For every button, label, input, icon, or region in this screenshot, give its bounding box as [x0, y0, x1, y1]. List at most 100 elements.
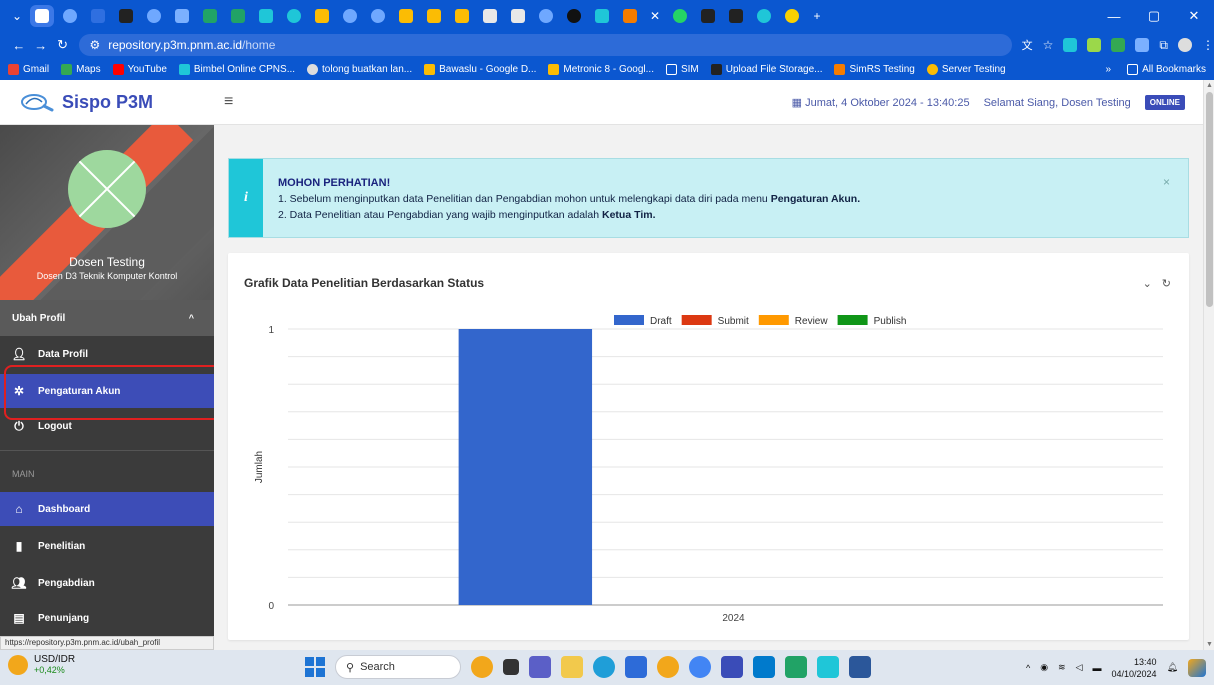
bookmark-bimbel[interactable]: Bimbel Online CPNS...: [178, 63, 295, 75]
bookmark-server[interactable]: Server Testing: [926, 63, 1006, 75]
extensions-puzzle-icon[interactable]: ⧉: [1159, 38, 1168, 53]
bookmark-gmail[interactable]: Gmail: [8, 63, 49, 75]
tab-search-icon[interactable]: ⌄: [6, 5, 28, 27]
back-icon[interactable]: ←: [8, 38, 30, 53]
browser-tab[interactable]: [338, 5, 362, 27]
browser-tab[interactable]: [724, 5, 748, 27]
sidebar-item-logout[interactable]: ⏻ Logout: [0, 409, 214, 443]
bookmark-upload[interactable]: Upload File Storage...: [710, 63, 822, 75]
browser-tab[interactable]: [254, 5, 278, 27]
browser-tab[interactable]: [142, 5, 166, 27]
bookmark-metronic[interactable]: Metronic 8 - Googl...: [548, 63, 654, 75]
copilot-icon[interactable]: [1188, 658, 1206, 677]
teams-icon[interactable]: [529, 656, 551, 678]
task-view-icon[interactable]: [503, 659, 519, 675]
browser-tab[interactable]: [534, 5, 558, 27]
browser-tab[interactable]: [422, 5, 446, 27]
menu-kebab-icon[interactable]: ⋮: [1202, 38, 1214, 52]
browser-tab[interactable]: [226, 5, 250, 27]
new-tab-icon[interactable]: +: [806, 5, 828, 27]
excel-icon[interactable]: [785, 656, 807, 678]
vscode-icon[interactable]: [753, 656, 775, 678]
sidebar-item-dashboard[interactable]: ⌂ Dashboard: [0, 492, 214, 526]
bookmarks-overflow-button[interactable]: »: [1106, 64, 1112, 75]
wifi-icon[interactable]: ≋: [1058, 662, 1066, 673]
browser-tab[interactable]: [114, 5, 138, 27]
browser-tab[interactable]: [198, 5, 222, 27]
bookmark-bawaslu[interactable]: Bawaslu - Google D...: [424, 63, 536, 75]
scroll-up-icon[interactable]: ▲: [1206, 82, 1213, 89]
url-input[interactable]: ⚙ repository.p3m.pnm.ac.id/home: [79, 34, 1012, 56]
notification-bell-icon[interactable]: 🔔︎: [1167, 662, 1178, 673]
scroll-down-icon[interactable]: ▼: [1206, 641, 1213, 648]
extension-icon[interactable]: [1063, 38, 1078, 52]
bookmark-tolong[interactable]: tolong buatkan lan...: [307, 63, 412, 75]
notepad-icon[interactable]: [721, 656, 743, 678]
bookmark-youtube[interactable]: YouTube: [112, 63, 167, 75]
browser-tab[interactable]: [618, 5, 642, 27]
browser-tab[interactable]: [752, 5, 776, 27]
chrome-icon[interactable]: [689, 656, 711, 678]
bookmark-simrs[interactable]: SimRS Testing: [834, 63, 915, 75]
extension-icon[interactable]: [1111, 38, 1126, 52]
page-scrollbar[interactable]: ▲ ▼: [1203, 80, 1214, 650]
minimize-icon[interactable]: —: [1094, 0, 1134, 32]
profile-avatar-icon[interactable]: [1177, 38, 1192, 52]
sidebar-item-data-profil[interactable]: 👤︎ Data Profil: [0, 337, 214, 371]
sidebar-item-penunjang[interactable]: ▤ Penunjang: [0, 601, 214, 635]
sidebar-item-pengabdian[interactable]: 👥︎ Pengabdian: [0, 566, 214, 600]
word-icon[interactable]: [849, 656, 871, 678]
ubah-profil-toggle[interactable]: Ubah Profil ^: [0, 300, 214, 336]
alert-close-button[interactable]: ×: [1163, 175, 1170, 189]
store-icon[interactable]: [625, 656, 647, 678]
windows-start-icon[interactable]: [305, 657, 325, 677]
browser-tab[interactable]: [310, 5, 334, 27]
browser-tab[interactable]: [506, 5, 530, 27]
browser-tab[interactable]: [478, 5, 502, 27]
browser-tab[interactable]: [562, 5, 586, 27]
extension-icon[interactable]: [1135, 38, 1150, 52]
browser-tab[interactable]: [696, 5, 720, 27]
forward-icon[interactable]: →: [30, 38, 52, 53]
volume-icon[interactable]: ◁: [1076, 662, 1083, 673]
widgets-icon[interactable]: [471, 656, 493, 678]
navicat-icon[interactable]: [817, 656, 839, 678]
network-icon[interactable]: ◉: [1040, 662, 1048, 673]
browser-tab[interactable]: [86, 5, 110, 27]
bookmark-maps[interactable]: Maps: [61, 63, 101, 75]
site-info-icon[interactable]: ⚙: [89, 38, 100, 52]
browser-tab[interactable]: [58, 5, 82, 27]
browser-tab[interactable]: [780, 5, 804, 27]
browser-tab[interactable]: [30, 5, 54, 27]
extension-icon[interactable]: [1087, 38, 1102, 52]
all-bookmarks-button[interactable]: All Bookmarks: [1127, 63, 1206, 75]
browser-tab[interactable]: [590, 5, 614, 27]
tray-chevron-up-icon[interactable]: ^: [1026, 663, 1030, 673]
browser-tab[interactable]: [668, 5, 692, 27]
bookmark-sim[interactable]: SIM: [665, 63, 699, 75]
reload-icon[interactable]: ↻: [52, 37, 74, 53]
browser-tab[interactable]: [450, 5, 474, 27]
taskbar-search[interactable]: ⚲ Search: [335, 655, 461, 679]
chrome-canary-icon[interactable]: [657, 656, 679, 678]
file-explorer-icon[interactable]: [561, 656, 583, 678]
maximize-icon[interactable]: ▢: [1134, 0, 1174, 32]
taskbar-clock[interactable]: 13:40 04/10/2024: [1112, 656, 1157, 680]
scrollbar-thumb[interactable]: [1206, 92, 1213, 307]
ticker-widget[interactable]: USD/IDR +0,42%: [8, 654, 75, 675]
browser-tab[interactable]: [394, 5, 418, 27]
browser-tab[interactable]: [366, 5, 390, 27]
edge-icon[interactable]: [593, 656, 615, 678]
close-window-icon[interactable]: ✕: [1174, 0, 1214, 32]
sidebar-item-pengaturan-akun[interactable]: ✲ Pengaturan Akun: [0, 374, 214, 408]
brand-logo-link[interactable]: Sispo P3M: [0, 92, 214, 113]
translate-icon[interactable]: 文: [1022, 37, 1033, 53]
browser-tab[interactable]: [170, 5, 194, 27]
sidebar-item-penelitian[interactable]: ▮ Penelitian: [0, 529, 214, 563]
browser-tab[interactable]: [282, 5, 306, 27]
hamburger-menu-icon[interactable]: ≡: [224, 93, 233, 111]
battery-icon[interactable]: ▬: [1093, 663, 1102, 673]
star-icon[interactable]: ☆: [1043, 38, 1054, 52]
close-tab-icon[interactable]: ✕: [644, 5, 666, 27]
simrs-icon: [834, 63, 846, 75]
